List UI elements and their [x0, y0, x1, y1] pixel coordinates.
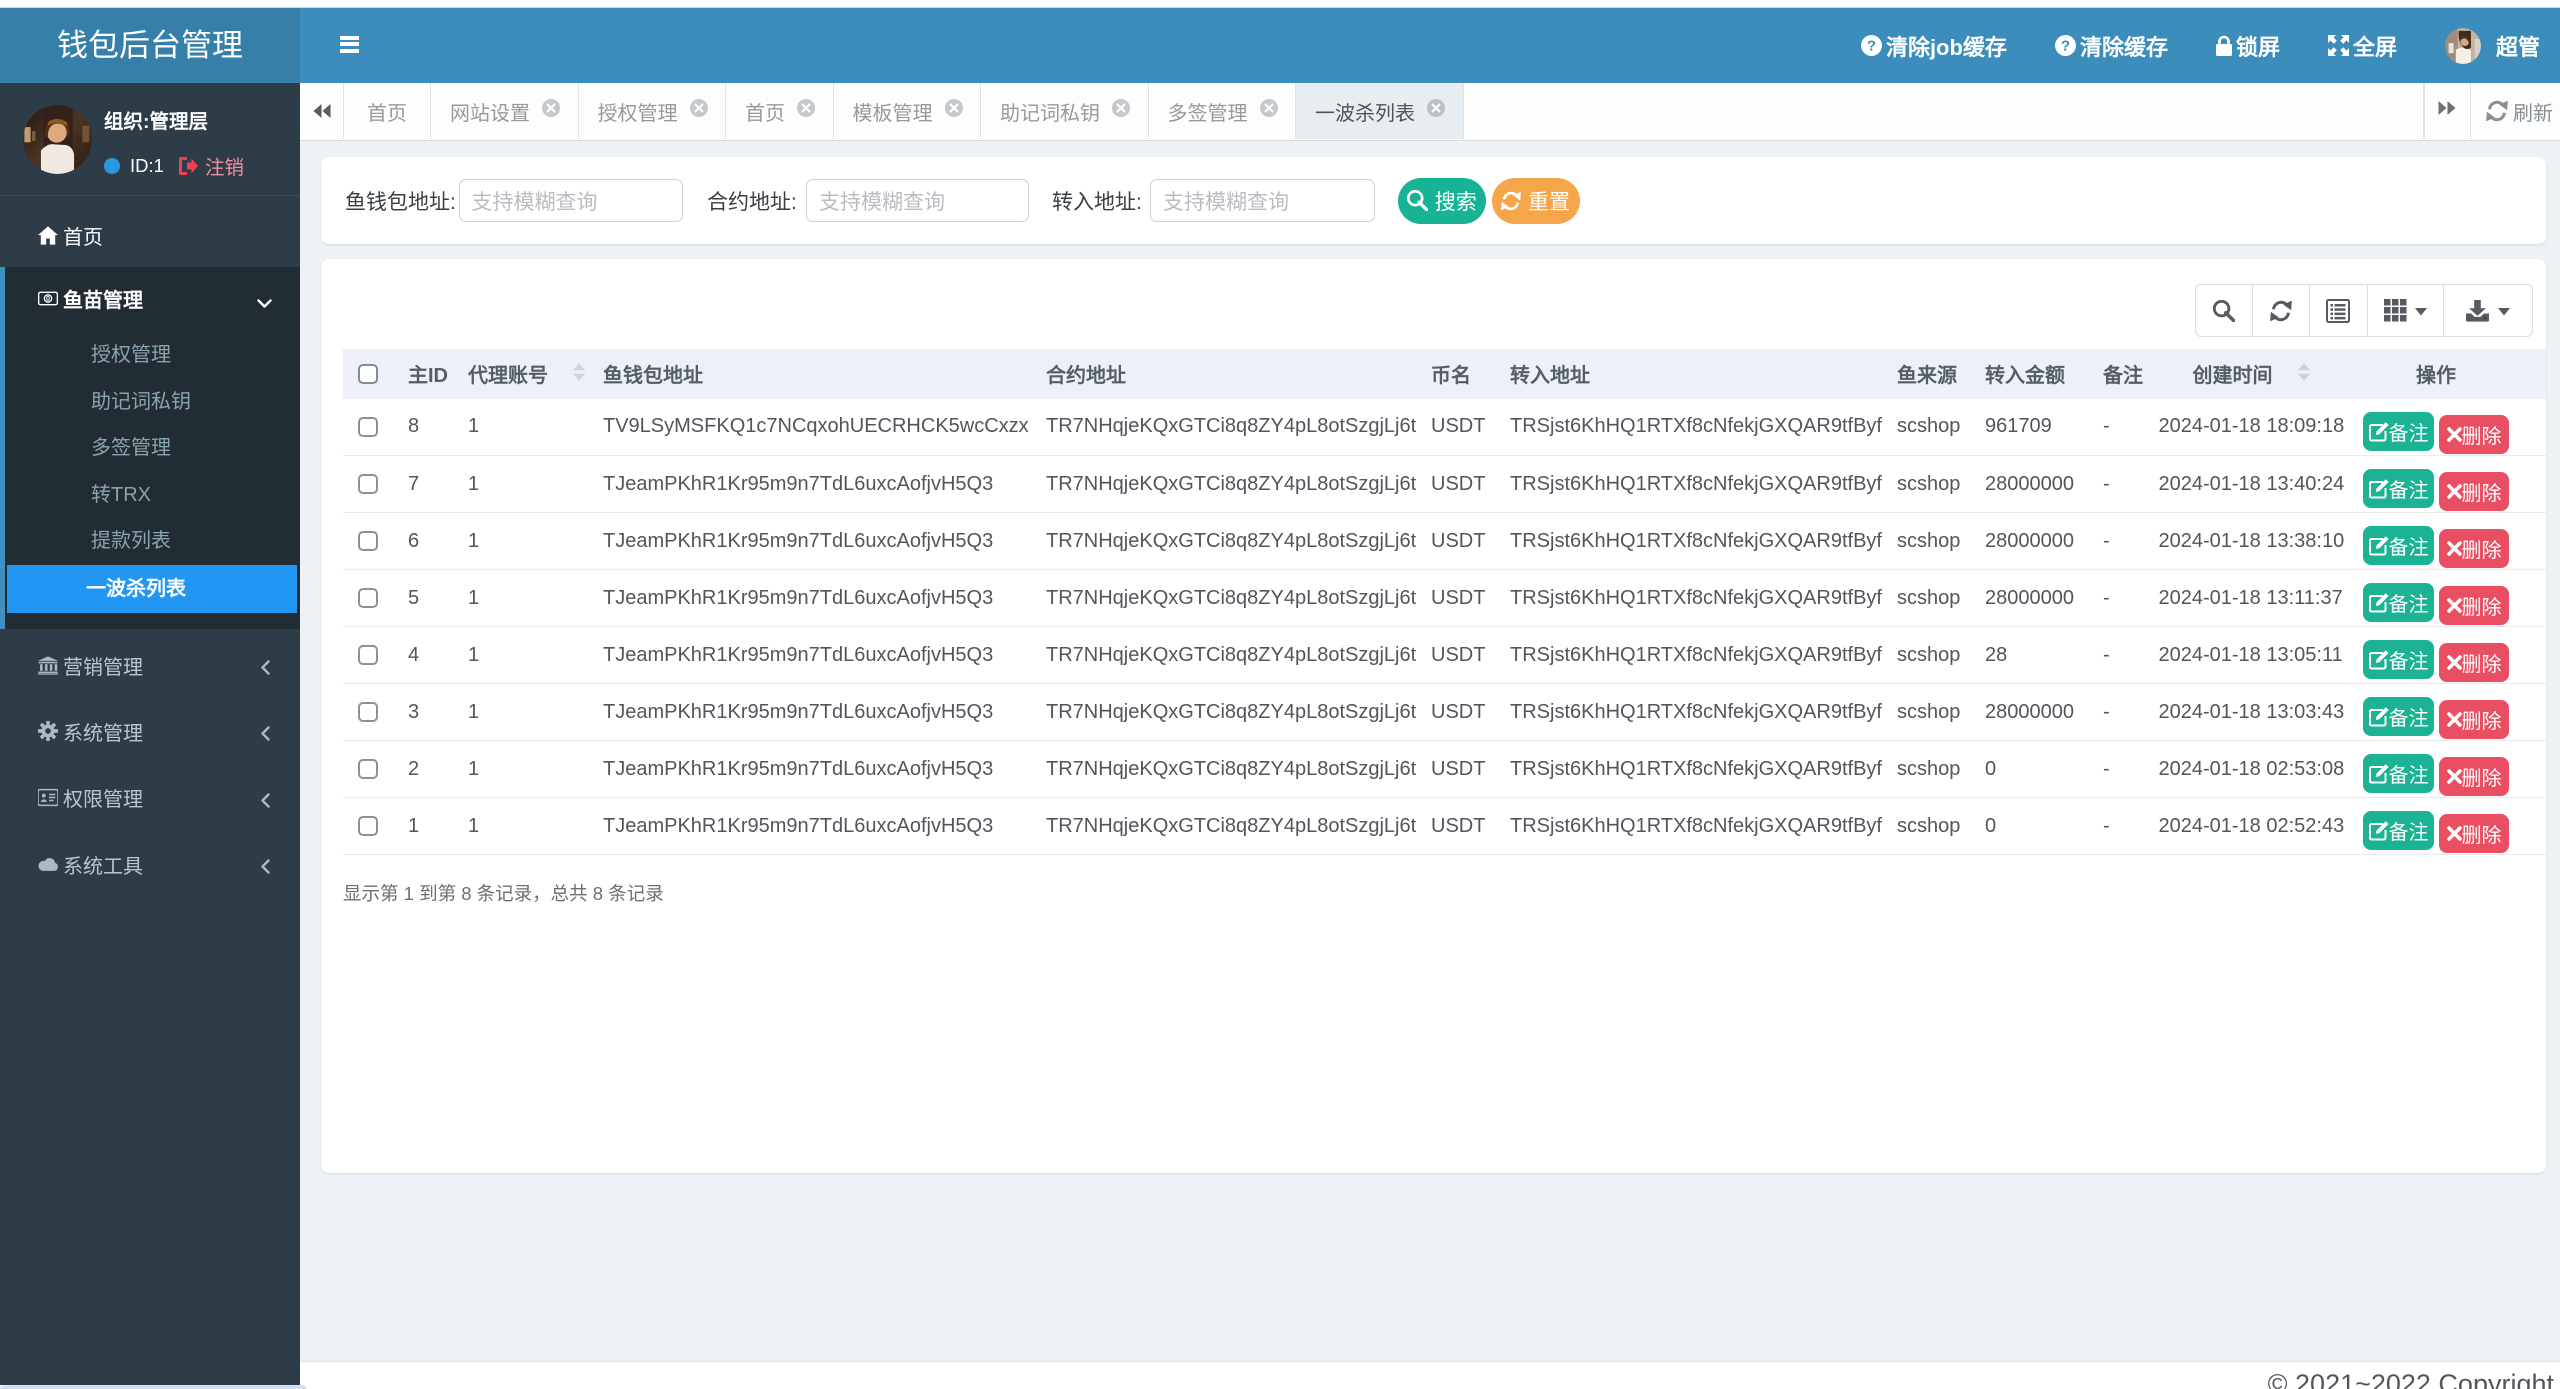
svg-text:?: ? [2061, 37, 2070, 54]
svg-text:0: 0 [46, 293, 50, 302]
svg-text:?: ? [1867, 37, 1876, 54]
